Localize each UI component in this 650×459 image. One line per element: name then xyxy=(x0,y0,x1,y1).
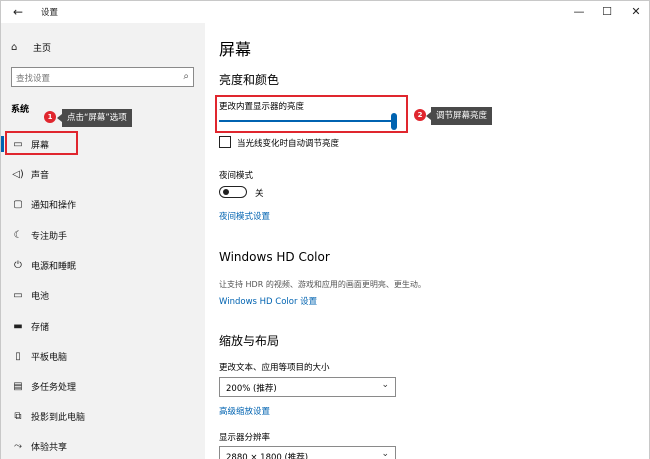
main-content: 屏幕 亮度和颜色 更改内置显示器的亮度 当光线变化时自动调节亮度 夜间模式 关 … xyxy=(205,23,649,459)
advanced-scale-link[interactable]: 高级缩放设置 xyxy=(219,405,270,417)
title-bar: ← 设置 — ☐ ✕ xyxy=(1,1,649,23)
battery-icon: ▭ xyxy=(13,289,23,301)
notification-icon: ▢ xyxy=(13,198,23,210)
back-arrow-icon[interactable]: ← xyxy=(9,4,27,20)
scale-value: 200% (推荐) xyxy=(226,384,277,394)
tooltip-step-2: 调节屏幕亮度 xyxy=(425,107,493,125)
multitask-icon: ▤ xyxy=(13,380,23,392)
settings-window: ← 设置 — ☐ ✕ ⌂ 主页 查找设置 ⌕ 系统 ▭ 屏幕 ◁) 声音 ▢ 通… xyxy=(0,0,650,459)
sidebar-item-label: 通知和操作 xyxy=(31,200,77,211)
window-title: 设置 xyxy=(41,8,59,18)
sidebar-item-notifications[interactable]: ▢ 通知和操作 xyxy=(1,194,205,214)
tablet-icon: ▯ xyxy=(15,350,21,362)
storage-icon: ▬ xyxy=(13,320,23,332)
sidebar-item-label: 投影到此电脑 xyxy=(31,412,86,423)
search-input[interactable]: 查找设置 ⌕ xyxy=(11,67,194,87)
sidebar-item-project[interactable]: ⧉ 投影到此电脑 xyxy=(1,406,205,426)
night-mode-label: 夜间模式 xyxy=(219,171,254,181)
brightness-section-title: 亮度和颜色 xyxy=(219,73,280,87)
sidebar-item-label: 专注助手 xyxy=(31,231,68,242)
highlight-box-brightness xyxy=(215,95,408,133)
share-icon: ⤳ xyxy=(14,440,22,452)
chevron-down-icon: ⌄ xyxy=(381,380,389,390)
sidebar-item-power[interactable]: ⏻ 电源和睡眠 xyxy=(1,255,205,275)
auto-brightness-label: 当光线变化时自动调节亮度 xyxy=(237,139,340,149)
sidebar-item-focus-assist[interactable]: ☾ 专注助手 xyxy=(1,225,205,245)
sidebar-item-label: 电源和睡眠 xyxy=(31,261,77,272)
night-mode-settings-link[interactable]: 夜间模式设置 xyxy=(219,210,270,222)
project-icon: ⧉ xyxy=(14,410,22,422)
sidebar-item-tablet[interactable]: ▯ 平板电脑 xyxy=(1,346,205,366)
close-button[interactable]: ✕ xyxy=(628,4,644,20)
sidebar-item-battery[interactable]: ▭ 电池 xyxy=(1,285,205,305)
sidebar-item-sound[interactable]: ◁) 声音 xyxy=(1,164,205,184)
search-icon: ⌕ xyxy=(183,71,189,82)
scale-label: 更改文本、应用等项目的大小 xyxy=(219,363,330,373)
resolution-label: 显示器分辨率 xyxy=(219,433,271,443)
page-title: 屏幕 xyxy=(219,40,252,59)
sidebar-item-label: 电池 xyxy=(31,291,50,302)
scale-section-title: 缩放与布局 xyxy=(219,334,280,348)
sidebar: ⌂ 主页 查找设置 ⌕ 系统 ▭ 屏幕 ◁) 声音 ▢ 通知和操作 ☾ 专注助手… xyxy=(1,23,205,459)
step-badge-1: 1 xyxy=(44,111,56,123)
sidebar-item-multitasking[interactable]: ▤ 多任务处理 xyxy=(1,376,205,396)
speaker-icon: ◁) xyxy=(12,168,24,180)
chevron-down-icon: ⌄ xyxy=(381,449,389,459)
sidebar-item-label: 声音 xyxy=(31,170,50,181)
maximize-button[interactable]: ☐ xyxy=(599,4,615,20)
night-mode-state: 关 xyxy=(255,189,264,199)
sidebar-item-label: 存储 xyxy=(31,322,50,333)
hdr-section-title: Windows HD Color xyxy=(219,250,330,264)
highlight-box-display xyxy=(5,131,78,155)
home-icon: ⌂ xyxy=(11,41,18,53)
sidebar-item-storage[interactable]: ▬ 存储 xyxy=(1,316,205,336)
resolution-value: 2880 × 1800 (推荐) xyxy=(226,453,309,459)
section-title-system: 系统 xyxy=(11,105,30,115)
toggle-knob xyxy=(223,189,229,195)
sidebar-item-label: 平板电脑 xyxy=(31,352,68,363)
scale-dropdown[interactable]: 200% (推荐) ⌄ xyxy=(219,377,396,397)
sidebar-item-label: 体验共享 xyxy=(31,442,68,453)
search-placeholder: 查找设置 xyxy=(16,74,51,84)
power-icon: ⏻ xyxy=(14,259,22,271)
hdr-settings-link[interactable]: Windows HD Color 设置 xyxy=(219,295,317,307)
sidebar-item-shared-experiences[interactable]: ⤳ 体验共享 xyxy=(1,436,205,456)
home-label: 主页 xyxy=(33,43,52,54)
sidebar-item-home[interactable]: ⌂ 主页 xyxy=(11,40,51,54)
step-badge-2: 2 xyxy=(414,109,426,121)
resolution-dropdown[interactable]: 2880 × 1800 (推荐) ⌄ xyxy=(219,446,396,459)
auto-brightness-checkbox[interactable] xyxy=(219,136,231,148)
sidebar-item-label: 多任务处理 xyxy=(31,382,77,393)
tooltip-step-1: 点击“屏幕”选项 xyxy=(57,109,132,127)
moon-icon: ☾ xyxy=(13,229,23,241)
minimize-button[interactable]: — xyxy=(571,4,587,20)
hdr-description: 让支持 HDR 的视频、游戏和应用的画面更明亮、更生动。 xyxy=(219,280,426,289)
night-mode-toggle[interactable] xyxy=(219,186,247,198)
